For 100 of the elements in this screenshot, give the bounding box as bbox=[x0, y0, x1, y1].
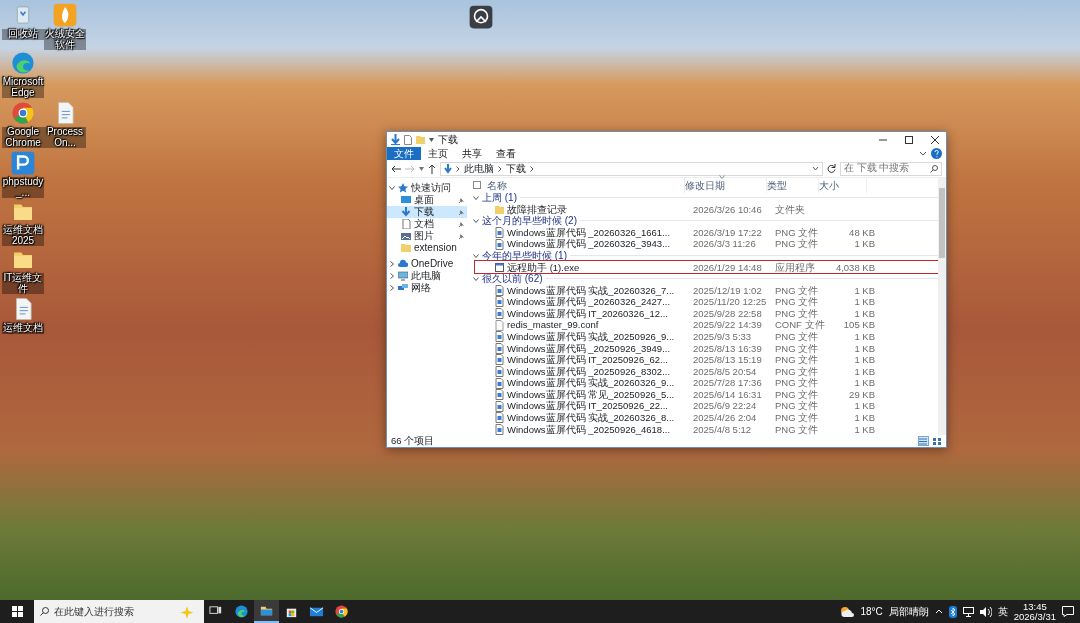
chevron-right-icon[interactable] bbox=[389, 261, 395, 267]
chevron-up-icon[interactable] bbox=[934, 609, 943, 614]
chevron-down-icon[interactable] bbox=[473, 217, 479, 224]
list-icon bbox=[919, 437, 927, 445]
notification-icon[interactable] bbox=[1062, 606, 1074, 617]
pin-icon[interactable] bbox=[458, 208, 464, 216]
file-name[interactable]: Windows蓝屏代码 实战_20260326_7... bbox=[507, 285, 675, 296]
edge-icon bbox=[234, 604, 249, 619]
chevron-right-icon[interactable] bbox=[389, 285, 395, 291]
ribbon-tab[interactable]: 查看 bbox=[489, 147, 523, 160]
help-icon[interactable] bbox=[931, 148, 942, 159]
clock[interactable]: 13:45 2026/3/31 bbox=[1013, 601, 1056, 622]
speaker-icon[interactable] bbox=[979, 606, 992, 617]
file-name[interactable]: redis_master_99.conf bbox=[507, 320, 599, 330]
chevron-down-icon[interactable] bbox=[473, 194, 479, 201]
file-name[interactable]: Windows蓝屏代码 实战_20250926_9... bbox=[507, 331, 675, 342]
group-header[interactable]: 这个月的早些时候 (2) bbox=[482, 215, 577, 226]
file-type: PNG 文件 bbox=[775, 412, 819, 423]
file-type: PNG 文件 bbox=[775, 307, 819, 319]
tiles-view-button[interactable] bbox=[931, 436, 942, 446]
file-name[interactable]: Windows蓝屏代码 IT_20250926_22... bbox=[507, 401, 668, 411]
file-name[interactable]: Windows蓝屏代码 _20260326_1661... bbox=[507, 227, 671, 238]
dropdown-caret-icon[interactable] bbox=[429, 137, 434, 142]
chrome-icon[interactable] bbox=[10, 100, 36, 126]
column-header[interactable]: 名称 bbox=[487, 177, 685, 193]
close-icon bbox=[930, 134, 940, 145]
dropdown-caret-icon[interactable] bbox=[419, 166, 424, 171]
file-type: 应用程序 bbox=[775, 261, 815, 273]
download-arrow-icon[interactable] bbox=[391, 134, 400, 145]
file-name[interactable]: Windows蓝屏代码 实战_20260326_9... bbox=[507, 378, 675, 388]
file-name[interactable]: Windows蓝屏代码 常见_20250926_5... bbox=[507, 389, 675, 400]
nav-item[interactable]: 快速访问 bbox=[387, 182, 467, 194]
chevron-down-icon[interactable] bbox=[473, 275, 479, 282]
file-name[interactable]: Windows蓝屏代码 _20250926_3949... bbox=[507, 343, 671, 354]
search-field[interactable]: 在 下载 中搜索 bbox=[840, 161, 942, 176]
chevron-down-icon[interactable] bbox=[919, 151, 927, 156]
chevron-right-icon[interactable] bbox=[389, 273, 395, 279]
file-name[interactable]: Windows蓝屏代码 IT_20260326_12... bbox=[507, 308, 668, 319]
nav-item[interactable]: 文档 bbox=[387, 218, 467, 230]
up-arrow-icon[interactable] bbox=[428, 163, 436, 174]
mail-icon bbox=[309, 604, 324, 619]
file-name[interactable]: Windows蓝屏代码 IT_20250926_62... bbox=[507, 355, 668, 365]
file-type: PNG 文件 bbox=[775, 400, 819, 412]
star-icon bbox=[398, 183, 408, 193]
file-type: PNG 文件 bbox=[775, 226, 819, 238]
pin-icon[interactable] bbox=[458, 220, 464, 228]
file-size: 1 KB bbox=[854, 238, 875, 250]
pin-icon[interactable] bbox=[458, 196, 464, 204]
chevron-down-icon[interactable] bbox=[389, 185, 395, 191]
ribbon-tab[interactable]: 共享 bbox=[455, 147, 489, 160]
image-file-icon bbox=[495, 377, 504, 389]
image-file-icon bbox=[495, 423, 504, 435]
weather-temperature[interactable]: 18°C bbox=[860, 604, 883, 619]
group-header[interactable]: 上周 (1) bbox=[482, 192, 517, 203]
breadcrumb-item[interactable]: 此电脑 bbox=[464, 163, 494, 174]
weather-icon[interactable] bbox=[840, 605, 855, 618]
refresh-icon[interactable] bbox=[827, 164, 836, 173]
ribbon-tab[interactable]: 文件 bbox=[387, 147, 421, 160]
file-name[interactable]: Windows蓝屏代码 _20260326_2427... bbox=[507, 297, 671, 307]
chevron-right-icon bbox=[498, 165, 502, 172]
input-language[interactable]: 英 bbox=[997, 604, 1008, 619]
nav-item[interactable]: OneDrive bbox=[387, 258, 467, 270]
checkbox-icon[interactable] bbox=[473, 181, 481, 189]
file-date: 2025/6/14 16:31 bbox=[693, 388, 762, 400]
group-header[interactable]: 很久以前 (62) bbox=[482, 273, 543, 284]
breadcrumb-item[interactable]: 下载 bbox=[506, 163, 526, 174]
file-name[interactable]: 故障排查记录 bbox=[507, 204, 567, 215]
file-name[interactable]: Windows蓝屏代码 _20250926_8302... bbox=[507, 366, 671, 377]
scrollbar[interactable] bbox=[938, 178, 946, 435]
file-name[interactable]: 远程助手 (1).exe bbox=[507, 262, 580, 272]
nav-item[interactable]: extension bbox=[387, 242, 467, 254]
chevron-down-icon[interactable] bbox=[473, 252, 479, 259]
file-type: PNG 文件 bbox=[775, 330, 819, 342]
details-view-button[interactable] bbox=[917, 436, 929, 446]
camera-icon[interactable] bbox=[468, 4, 494, 30]
nav-item[interactable]: 下载 bbox=[387, 206, 467, 218]
nav-item[interactable]: 网络 bbox=[387, 282, 467, 294]
file-name[interactable]: Windows蓝屏代码 实战_20260326_8... bbox=[507, 413, 675, 423]
desktop-icon-label[interactable]: ProcessOn... bbox=[44, 127, 86, 148]
bluetooth-icon[interactable] bbox=[948, 605, 957, 618]
address-bar[interactable]: 此电脑 下载 bbox=[440, 161, 823, 176]
desktop-icon-label[interactable]: Google Chrome bbox=[2, 127, 44, 148]
p-letter-icon[interactable] bbox=[10, 150, 36, 176]
taskbar-app-button[interactable] bbox=[254, 600, 279, 623]
column-header[interactable]: 类型 bbox=[767, 177, 819, 193]
back-arrow-icon[interactable] bbox=[391, 164, 401, 173]
network-icon[interactable] bbox=[962, 606, 974, 617]
taskbar-search-field[interactable]: 在此键入进行搜索 bbox=[34, 600, 204, 623]
file-name[interactable]: Windows蓝屏代码 _20260326_3943... bbox=[507, 239, 671, 249]
file-name[interactable]: Windows蓝屏代码 _20250926_4618... bbox=[507, 424, 671, 435]
pin-icon[interactable] bbox=[458, 232, 464, 240]
file-size: 1 KB bbox=[854, 377, 875, 389]
nav-item[interactable]: 此电脑 bbox=[387, 270, 467, 282]
nav-item[interactable]: 图片 bbox=[387, 230, 467, 242]
status-text: 66 个项目 bbox=[391, 433, 435, 448]
column-header[interactable]: 大小 bbox=[819, 177, 867, 193]
ribbon-tab[interactable]: 主页 bbox=[421, 147, 455, 160]
column-header[interactable]: 修改日期 bbox=[685, 177, 767, 193]
weather-condition[interactable]: 局部晴朗 bbox=[888, 604, 929, 619]
nav-item[interactable]: 桌面 bbox=[387, 194, 467, 206]
